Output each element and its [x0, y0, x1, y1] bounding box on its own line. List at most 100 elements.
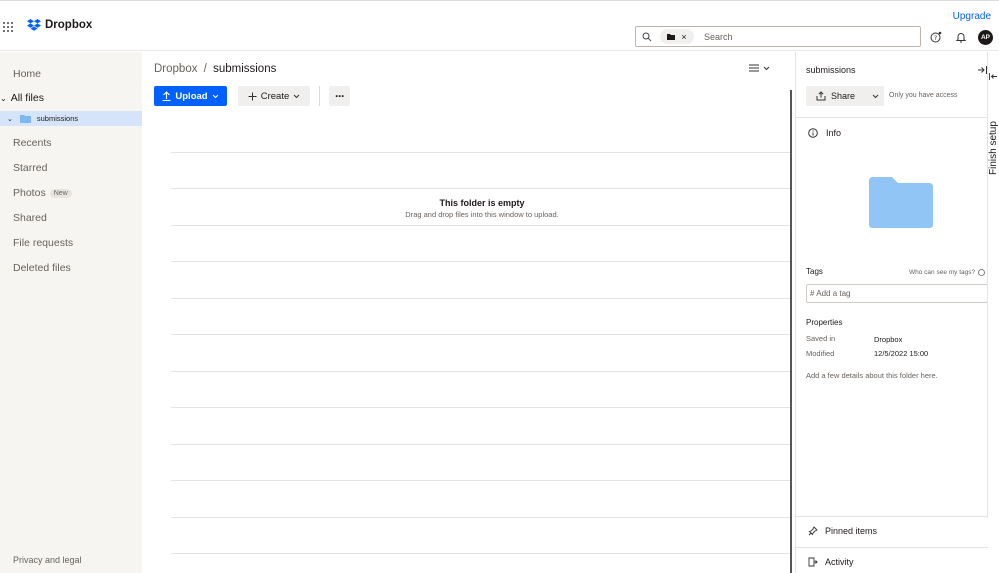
sidebar-item-label: Photos — [13, 187, 46, 199]
pinned-items-section[interactable]: Pinned items — [808, 526, 877, 536]
activity-section[interactable]: Activity — [808, 557, 854, 567]
chevron-down-icon — [293, 94, 300, 98]
finish-setup-label[interactable]: Finish setup — [988, 105, 999, 175]
empty-state-subtitle: Drag and drop files into this window to … — [405, 210, 559, 219]
more-button[interactable]: ··· — [329, 86, 350, 106]
activity-icon — [808, 557, 818, 567]
view-toggle-button[interactable] — [749, 64, 770, 72]
share-label: Share — [831, 91, 856, 101]
tags-help-label: Who can see my tags? — [909, 269, 976, 276]
upgrade-link[interactable]: Upgrade — [953, 11, 991, 22]
sidebar-item-shared[interactable]: Shared — [13, 212, 47, 224]
add-details-link[interactable]: Add a few details about this folder here… — [806, 371, 938, 380]
upload-label: Upload — [175, 90, 208, 102]
sidebar-item-deleted-files[interactable]: Deleted files — [13, 262, 71, 274]
panel-title: submissions — [806, 65, 856, 75]
row-divider — [171, 188, 791, 189]
chip-close-icon[interactable]: × — [681, 32, 686, 42]
search-bar[interactable]: × Search — [635, 26, 921, 47]
row-divider — [171, 407, 791, 408]
info-icon — [808, 128, 818, 138]
search-input[interactable]: Search — [704, 32, 733, 42]
panel-divider — [796, 516, 988, 517]
saved-in-label: Saved in — [806, 334, 836, 343]
breadcrumb-root[interactable]: Dropbox — [154, 63, 197, 75]
sidebar-item-label: All files — [10, 92, 44, 104]
sidebar-item-starred[interactable]: Starred — [13, 162, 47, 174]
chevron-down-icon: ⌄ — [0, 94, 7, 103]
share-button[interactable]: Share — [806, 86, 884, 106]
create-button[interactable]: Create — [238, 86, 310, 106]
dropbox-logo[interactable]: Dropbox — [27, 19, 92, 31]
row-divider — [171, 261, 791, 262]
row-divider — [171, 298, 791, 299]
modified-label: Modified — [806, 349, 835, 358]
details-panel: submissions Share Only you have access I… — [795, 52, 988, 573]
tags-label: Tags — [806, 267, 823, 276]
file-browser: Dropbox / submissions Upload Create ··· — [142, 52, 795, 573]
row-divider — [171, 152, 791, 153]
scrollbar[interactable] — [790, 90, 792, 573]
sidebar-item-home[interactable]: Home — [13, 68, 41, 80]
row-divider — [171, 480, 791, 481]
tag-input[interactable]: # Add a tag — [806, 284, 988, 303]
row-divider — [171, 225, 791, 226]
privacy-link[interactable]: Privacy and legal — [13, 555, 82, 565]
pin-icon — [808, 526, 818, 536]
info-section-header: Info — [808, 128, 841, 138]
saved-in-value[interactable]: Dropbox — [874, 335, 902, 344]
chevron-down-icon — [872, 94, 879, 98]
help-icon[interactable]: ? — [930, 31, 942, 43]
list-view-icon — [749, 64, 759, 72]
panel-divider — [796, 117, 988, 118]
row-divider — [171, 334, 791, 335]
sidebar-item-file-requests[interactable]: File requests — [13, 237, 73, 249]
tree-item-submissions[interactable]: ⌄ submissions — [0, 111, 142, 126]
pinned-items-label: Pinned items — [825, 526, 878, 536]
app-grid-icon[interactable] — [3, 22, 13, 32]
folder-filter-chip[interactable]: × — [660, 29, 694, 44]
empty-state-title: This folder is empty — [439, 198, 525, 208]
chevron-down-icon — [212, 94, 218, 98]
toolbar-divider — [319, 86, 320, 106]
sidebar-item-photos[interactable]: Photos New — [13, 187, 72, 199]
upload-button[interactable]: Upload — [154, 86, 227, 106]
modified-value: 12/5/2022 15:00 — [874, 349, 929, 358]
tree-item-label: submissions — [36, 114, 79, 123]
create-label: Create — [260, 90, 290, 102]
properties-label: Properties — [806, 318, 843, 327]
dropbox-icon — [27, 19, 41, 31]
avatar[interactable]: AP — [978, 30, 993, 45]
row-divider — [171, 517, 791, 518]
search-icon — [642, 32, 652, 41]
chevron-down-icon: ⌄ — [7, 115, 13, 123]
svg-text:?: ? — [934, 34, 937, 42]
folder-preview-icon — [869, 177, 933, 228]
collapse-arrow-icon[interactable] — [989, 72, 998, 81]
info-label: Info — [826, 128, 842, 138]
plus-icon — [248, 92, 257, 100]
bell-icon[interactable] — [955, 31, 967, 43]
breadcrumb: Dropbox / submissions — [154, 63, 276, 75]
upload-icon — [162, 91, 171, 101]
row-divider — [171, 444, 791, 445]
row-divider — [171, 371, 791, 372]
app-name: Dropbox — [45, 19, 93, 31]
tags-help-link[interactable]: Who can see my tags? — [909, 269, 986, 276]
breadcrumb-current: submissions — [213, 63, 277, 75]
access-status: Only you have access — [889, 92, 958, 99]
chevron-down-icon — [763, 66, 770, 70]
top-bar: Dropbox Upgrade × Search ? AP — [0, 3, 999, 51]
folder-icon — [19, 114, 31, 123]
sidebar: Home ⌄ All files ⌄ submissions Recents St… — [0, 52, 142, 573]
breadcrumb-separator: / — [203, 63, 207, 75]
sidebar-item-recents[interactable]: Recents — [13, 137, 52, 149]
help-icon — [978, 269, 986, 276]
new-badge: New — [49, 188, 72, 198]
share-icon — [816, 91, 826, 101]
folder-icon — [667, 33, 676, 40]
activity-label: Activity — [825, 557, 854, 567]
row-divider — [171, 553, 791, 554]
panel-divider — [796, 547, 988, 548]
sidebar-item-all-files[interactable]: ⌄ All files — [0, 92, 44, 104]
